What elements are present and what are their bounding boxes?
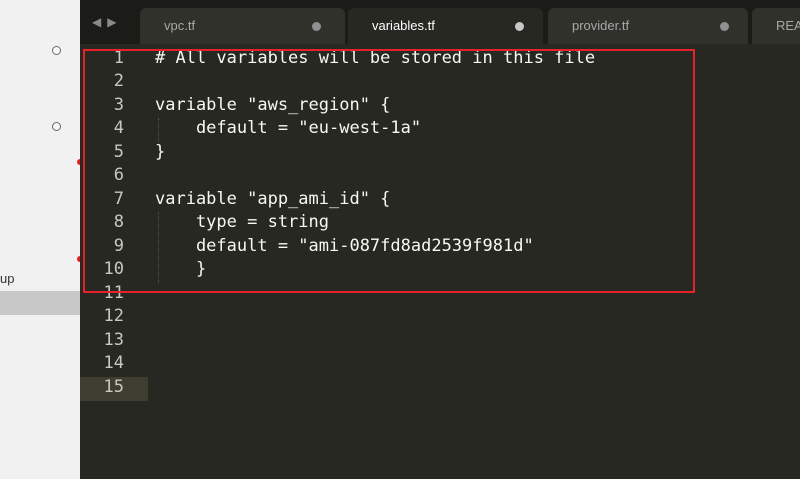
unsaved-dot-icon[interactable] bbox=[720, 22, 729, 31]
line-number: 12 bbox=[103, 306, 124, 326]
tab-title: vpc.tf bbox=[164, 18, 196, 33]
file-sidebar: up bbox=[0, 0, 83, 479]
tab-navigation: ◀▶ bbox=[92, 15, 122, 29]
forward-arrow-icon[interactable]: ▶ bbox=[107, 15, 122, 29]
unsaved-dot-icon[interactable] bbox=[515, 22, 524, 31]
sidebar-selected-item[interactable] bbox=[0, 291, 80, 315]
tab-vpc-tf[interactable]: vpc.tf bbox=[140, 8, 345, 44]
unsaved-dot-icon[interactable] bbox=[312, 22, 321, 31]
annotation-highlight-box bbox=[83, 49, 695, 293]
radio-circle-icon[interactable] bbox=[52, 46, 61, 55]
radio-circle-icon[interactable] bbox=[52, 122, 61, 131]
line-number: 15 bbox=[103, 377, 124, 397]
tab-provider-tf[interactable]: provider.tf bbox=[548, 8, 748, 44]
tab-title: variables.tf bbox=[372, 18, 435, 33]
back-arrow-icon[interactable]: ◀ bbox=[92, 15, 107, 29]
line-number: 13 bbox=[103, 330, 124, 350]
tab-title: REA bbox=[776, 18, 800, 33]
tab-bar: ◀▶ vpc.tf variables.tf provider.tf REA bbox=[80, 0, 800, 44]
tab-readme[interactable]: REA bbox=[752, 8, 800, 44]
sidebar-item-label[interactable]: up bbox=[0, 271, 14, 286]
tab-title: provider.tf bbox=[572, 18, 630, 33]
code-editor[interactable]: 1 2 3 4 5 6 7 8 9 10 11 12 13 14 15 # Al… bbox=[80, 44, 800, 479]
tab-variables-tf[interactable]: variables.tf bbox=[348, 8, 543, 44]
line-number: 14 bbox=[103, 353, 124, 373]
